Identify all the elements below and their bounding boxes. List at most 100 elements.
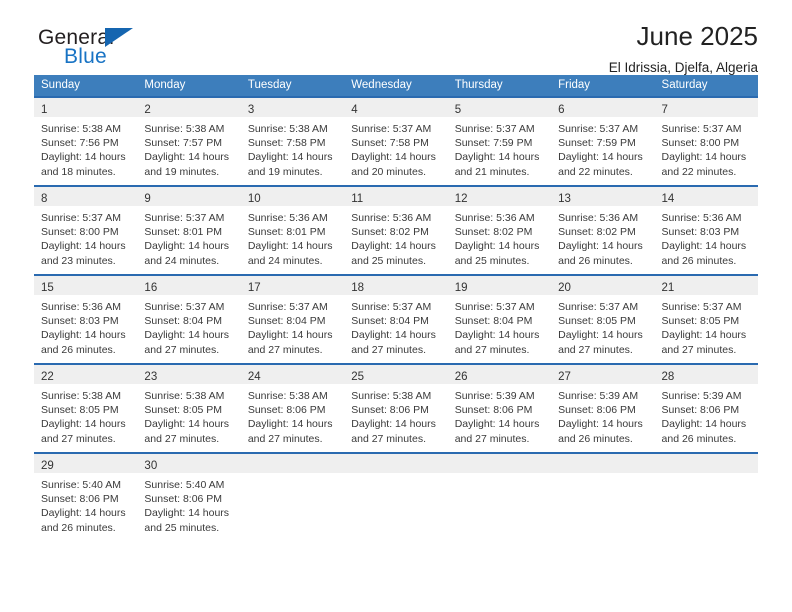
day-sun-info: Sunrise: 5:40 AM Sunset: 8:06 PM Daylight:… [34,473,137,535]
calendar-day-cell[interactable]: 13 Sunrise: 5:36 AM Sunset: 8:02 PM Dayligh… [551,185,655,274]
day-number: 11 [351,193,364,205]
calendar-day-cell[interactable]: 19 Sunrise: 5:37 AM Sunset: 8:04 PM Dayligh… [447,274,552,363]
daylight-text: Daylight: 14 hours and 19 minutes. [144,151,230,178]
calendar-day-cell[interactable]: 3 Sunrise: 5:38 AM Sunset: 7:58 PM Daylight… [240,96,345,185]
day-sun-info: Sunrise: 5:36 AM Sunset: 8:03 PM Daylight:… [655,206,758,268]
sunset-text: Sunset: 8:06 PM [144,493,223,506]
sunset-text: Sunset: 8:05 PM [558,315,636,328]
calendar-day-cell[interactable]: 10 Sunrise: 5:36 AM Sunset: 8:01 PM Dayligh… [240,185,345,274]
day-cell-content: 22 Sunrise: 5:38 AM Sunset: 8:05 PM Dayligh… [34,363,138,452]
calendar-day-cell[interactable]: 22 Sunrise: 5:38 AM Sunset: 8:05 PM Dayligh… [34,363,138,452]
title-block: June 2025 El Idrissia, Djelfa, Algeria [609,22,758,75]
calendar-day-cell[interactable]: 4 Sunrise: 5:37 AM Sunset: 7:58 PM Daylight… [344,96,448,185]
sunset-text: Sunset: 8:00 PM [41,226,119,239]
sunrise-text: Sunrise: 5:40 AM [41,479,121,491]
sunrise-text: Sunrise: 5:36 AM [247,212,328,224]
day-number-bar: 6 [551,98,655,117]
sunset-text: Sunset: 7:57 PM [144,137,223,150]
day-sun-info: Sunrise: 5:38 AM Sunset: 7:58 PM Daylight:… [241,117,344,179]
day-number-bar: 12 [447,187,552,206]
sunset-text: Sunset: 8:02 PM [351,226,429,239]
calendar-day-cell[interactable]: 17 Sunrise: 5:37 AM Sunset: 8:04 PM Dayligh… [240,274,345,363]
daylight-text: Daylight: 14 hours and 27 minutes. [351,329,436,356]
daylight-text: Daylight: 14 hours and 25 minutes. [351,240,436,267]
calendar-day-cell[interactable] [654,452,758,541]
calendar-day-cell[interactable]: 29 Sunrise: 5:40 AM Sunset: 8:06 PM Dayligh… [34,452,138,541]
calendar-day-cell[interactable]: 14 Sunrise: 5:36 AM Sunset: 8:03 PM Dayligh… [654,185,758,274]
calendar-day-cell[interactable]: 16 Sunrise: 5:37 AM Sunset: 8:04 PM Dayligh… [137,274,241,363]
calendar-day-cell[interactable]: 2 Sunrise: 5:38 AM Sunset: 7:57 PM Daylight… [137,96,241,185]
calendar-day-cell[interactable]: 24 Sunrise: 5:38 AM Sunset: 8:06 PM Dayligh… [240,363,345,452]
daylight-text: Daylight: 14 hours and 21 minutes. [454,151,540,178]
calendar-day-cell[interactable] [344,452,448,541]
calendar-day-cell[interactable]: 30 Sunrise: 5:40 AM Sunset: 8:06 PM Dayligh… [137,452,241,541]
sunrise-sunset-calendar: Sunday Monday Tuesday Wednesday Thursday… [34,75,758,541]
sunset-text: Sunset: 8:06 PM [661,404,740,417]
day-cell-content: 13 Sunrise: 5:36 AM Sunset: 8:02 PM Dayligh… [551,185,655,274]
daylight-text: Daylight: 14 hours and 26 minutes. [661,418,747,445]
calendar-day-cell[interactable]: 21 Sunrise: 5:37 AM Sunset: 8:05 PM Dayligh… [654,274,758,363]
daylight-text: Daylight: 14 hours and 26 minutes. [558,418,643,445]
sunrise-text: Sunrise: 5:37 AM [558,301,639,313]
day-cell-content: 4 Sunrise: 5:37 AM Sunset: 7:58 PM Daylight… [344,96,448,185]
calendar-day-cell[interactable]: 9 Sunrise: 5:37 AM Sunset: 8:01 PM Daylight… [137,185,241,274]
sunset-text: Sunset: 8:04 PM [454,315,533,328]
day-number-bar: 7 [654,98,758,117]
calendar-day-cell[interactable]: 28 Sunrise: 5:39 AM Sunset: 8:06 PM Dayligh… [654,363,758,452]
calendar-day-cell[interactable]: 5 Sunrise: 5:37 AM Sunset: 7:59 PM Daylight… [447,96,552,185]
day-number: 20 [558,282,571,294]
daylight-text: Daylight: 14 hours and 27 minutes. [454,329,540,356]
sunset-text: Sunset: 7:59 PM [558,137,636,150]
calendar-day-cell[interactable]: 18 Sunrise: 5:37 AM Sunset: 8:04 PM Dayligh… [344,274,448,363]
day-cell-content: 21 Sunrise: 5:37 AM Sunset: 8:05 PM Dayligh… [654,274,758,363]
sunrise-text: Sunrise: 5:39 AM [661,390,742,402]
day-number-bar [240,454,345,473]
day-cell-content: 16 Sunrise: 5:37 AM Sunset: 8:04 PM Dayligh… [137,274,241,363]
calendar-day-cell[interactable]: 26 Sunrise: 5:39 AM Sunset: 8:06 PM Dayligh… [447,363,552,452]
day-number-bar [551,454,655,473]
sunrise-text: Sunrise: 5:37 AM [558,123,639,135]
weekday-header-wednesday: Wednesday [344,75,448,96]
sunset-text: Sunset: 8:05 PM [41,404,119,417]
calendar-week-row: 1 Sunrise: 5:38 AM Sunset: 7:56 PM Daylight… [34,96,758,185]
daylight-text: Daylight: 14 hours and 27 minutes. [454,418,540,445]
sunset-text: Sunset: 8:02 PM [558,226,636,239]
sunrise-text: Sunrise: 5:37 AM [454,123,535,135]
day-number: 7 [661,104,668,116]
day-number-bar: 26 [447,365,552,384]
day-number-bar [344,454,448,473]
day-sun-info: Sunrise: 5:37 AM Sunset: 8:00 PM Daylight:… [34,206,137,268]
calendar-day-cell[interactable]: 8 Sunrise: 5:37 AM Sunset: 8:00 PM Daylight… [34,185,138,274]
day-cell-content: 14 Sunrise: 5:36 AM Sunset: 8:03 PM Dayligh… [654,185,758,274]
calendar-day-cell[interactable] [551,452,655,541]
sunset-text: Sunset: 8:02 PM [454,226,533,239]
page-header: General Blue June 2025 El Idrissia, Djel… [34,0,758,75]
calendar-day-cell[interactable] [447,452,552,541]
calendar-day-cell[interactable]: 12 Sunrise: 5:36 AM Sunset: 8:02 PM Dayligh… [447,185,552,274]
calendar-day-cell[interactable]: 23 Sunrise: 5:38 AM Sunset: 8:05 PM Dayligh… [137,363,241,452]
calendar-day-cell[interactable]: 7 Sunrise: 5:37 AM Sunset: 8:00 PM Daylight… [654,96,758,185]
day-number: 23 [144,371,158,383]
day-number: 3 [247,104,255,116]
calendar-day-cell[interactable]: 20 Sunrise: 5:37 AM Sunset: 8:05 PM Dayligh… [551,274,655,363]
day-sun-info: Sunrise: 5:37 AM Sunset: 8:00 PM Daylight:… [655,117,758,179]
calendar-day-cell[interactable]: 1 Sunrise: 5:38 AM Sunset: 7:56 PM Daylight… [34,96,138,185]
sunrise-text: Sunrise: 5:38 AM [144,123,225,135]
day-sun-info: Sunrise: 5:38 AM Sunset: 8:05 PM Daylight:… [137,384,240,446]
daylight-text: Daylight: 14 hours and 22 minutes. [558,151,643,178]
daylight-text: Daylight: 14 hours and 27 minutes. [351,418,436,445]
calendar-day-cell[interactable]: 25 Sunrise: 5:38 AM Sunset: 8:06 PM Dayligh… [344,363,448,452]
calendar-day-cell[interactable]: 11 Sunrise: 5:36 AM Sunset: 8:02 PM Dayligh… [344,185,448,274]
calendar-week-row: 8 Sunrise: 5:37 AM Sunset: 8:00 PM Daylight… [34,185,758,274]
sunrise-text: Sunrise: 5:38 AM [247,390,328,402]
day-number-bar: 13 [551,187,655,206]
day-cell-content: 15 Sunrise: 5:36 AM Sunset: 8:03 PM Dayligh… [34,274,138,363]
calendar-day-cell[interactable] [240,452,345,541]
calendar-day-cell[interactable]: 27 Sunrise: 5:39 AM Sunset: 8:06 PM Dayligh… [551,363,655,452]
general-blue-logo[interactable]: General Blue [34,26,234,72]
calendar-day-cell[interactable]: 6 Sunrise: 5:37 AM Sunset: 7:59 PM Daylight… [551,96,655,185]
day-cell-content: 7 Sunrise: 5:37 AM Sunset: 8:00 PM Daylight… [654,96,758,185]
calendar-day-cell[interactable]: 15 Sunrise: 5:36 AM Sunset: 8:03 PM Dayligh… [34,274,138,363]
calendar-week-row: 29 Sunrise: 5:40 AM Sunset: 8:06 PM Dayligh… [34,452,758,541]
daylight-text: Daylight: 14 hours and 27 minutes. [661,329,747,356]
